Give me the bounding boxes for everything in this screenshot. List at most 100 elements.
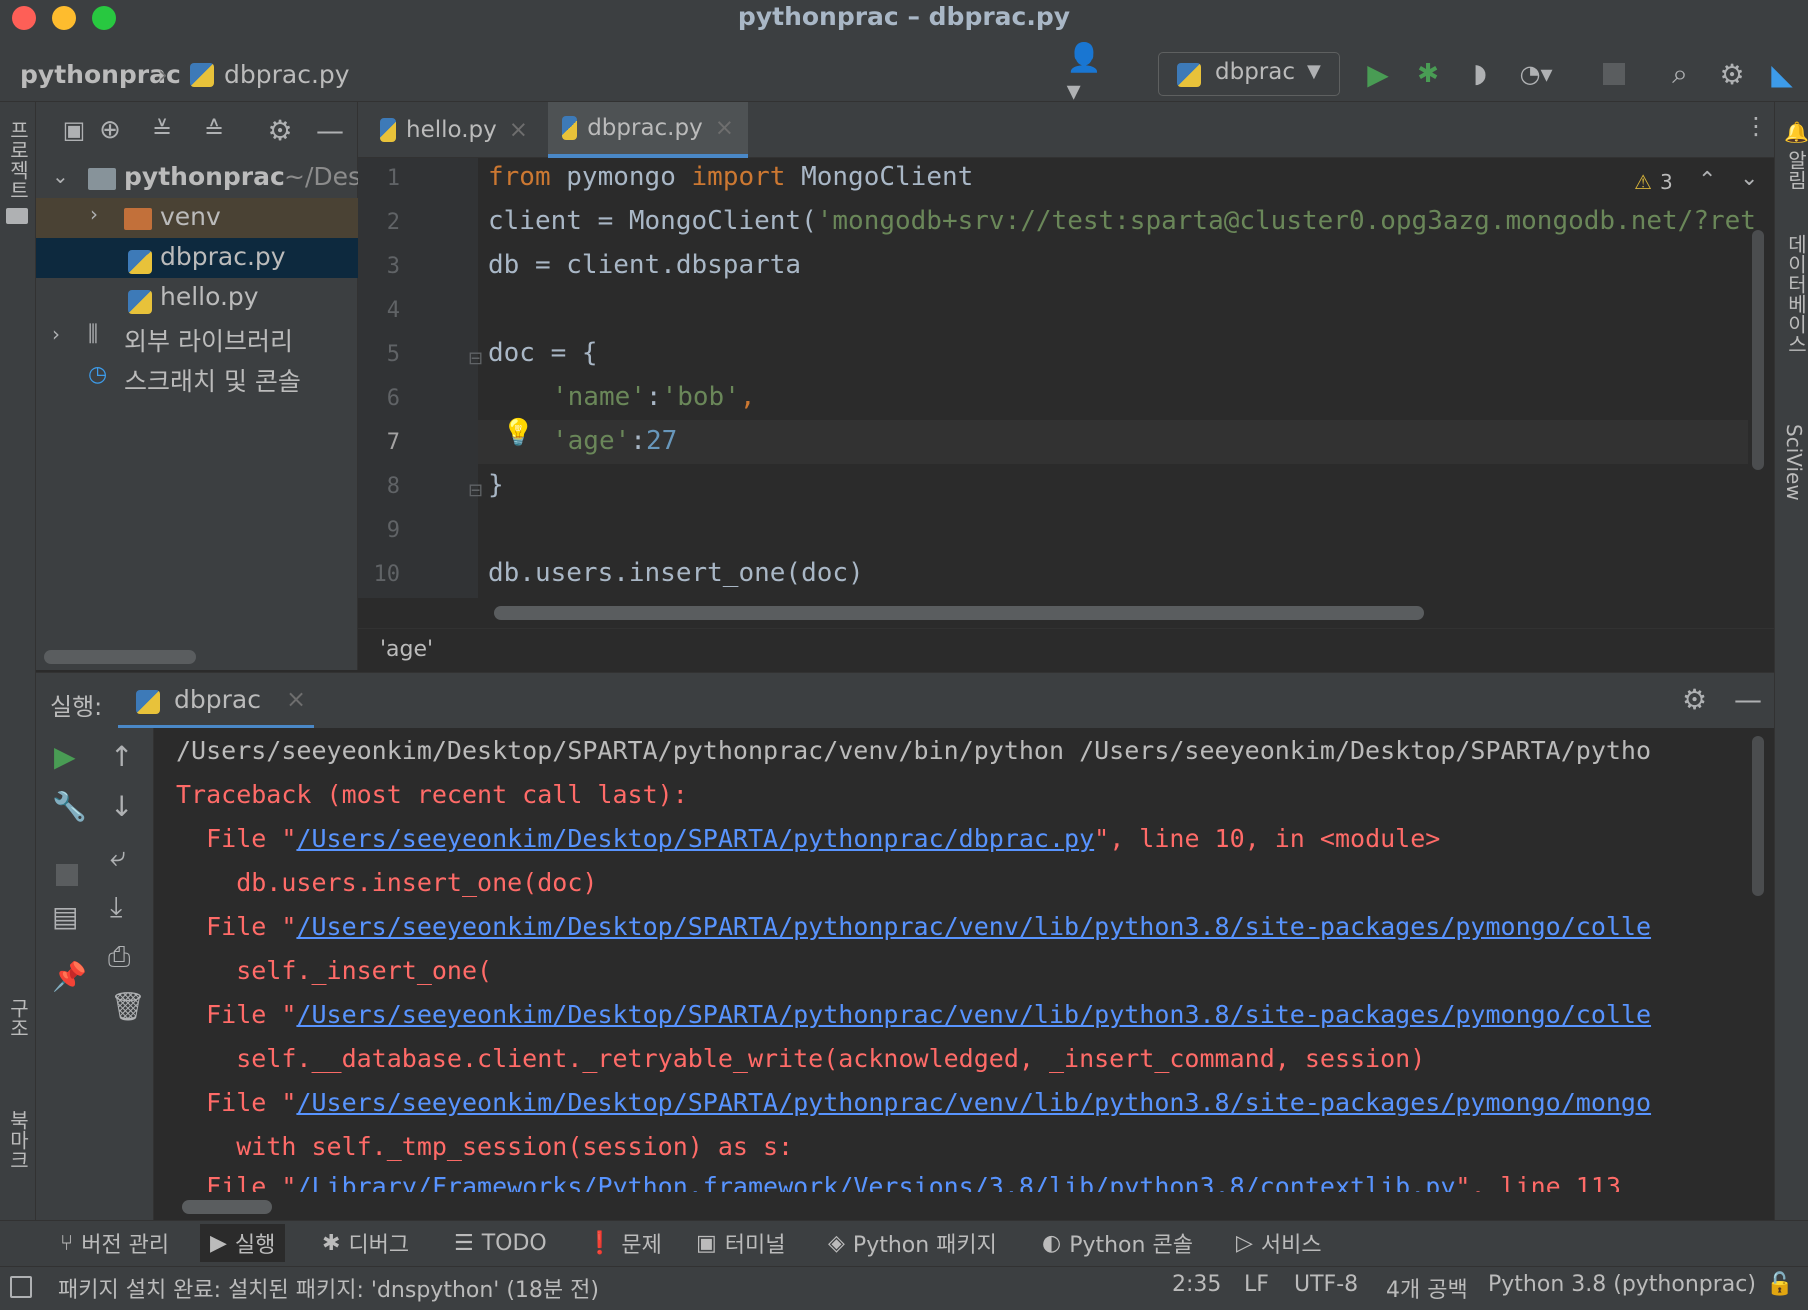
stop-icon[interactable] xyxy=(56,864,78,886)
hide-panel-icon[interactable]: — xyxy=(314,114,346,147)
tree-item-hello[interactable]: hello.py xyxy=(36,278,358,318)
editor-breadcrumb[interactable]: 'age' xyxy=(380,637,433,662)
vcs-user-icon[interactable]: 👤▾ xyxy=(1067,41,1102,107)
tool-python-packages[interactable]: ◈ Python 패키지 xyxy=(818,1224,1007,1262)
lock-icon[interactable]: 🔓 xyxy=(1766,1272,1793,1297)
file-link[interactable]: /Users/seeyeonkim/Desktop/SPARTA/pythonp… xyxy=(296,824,1094,853)
profile-icon[interactable]: ◔▾ xyxy=(1520,58,1553,90)
file-link[interactable]: /Users/seeyeonkim/Desktop/SPARTA/pythonp… xyxy=(296,1000,1651,1029)
lightbulb-icon[interactable]: 💡 xyxy=(502,418,534,448)
status-message[interactable]: 패키지 설치 완료: 설치된 패키지: 'dnspython' (18분 전) xyxy=(58,1272,599,1304)
editor-horizontal-scrollbar[interactable] xyxy=(494,606,1424,620)
caret-position[interactable]: 2:35 xyxy=(1172,1272,1221,1297)
run-icon[interactable]: ▶ xyxy=(1362,58,1394,91)
run-toolbar-secondary: ↑ ↓ ⤶ ⤓ ⎙ 🗑 xyxy=(108,728,154,1220)
editor-vertical-scrollbar[interactable] xyxy=(1752,230,1764,470)
tool-problems[interactable]: ❗ 문제 xyxy=(576,1224,672,1262)
pin-icon[interactable]: 📌 xyxy=(52,960,87,993)
gear-icon[interactable]: ⚙ xyxy=(1682,683,1707,716)
folder-icon xyxy=(88,168,116,190)
chevron-down-icon: ⌄ xyxy=(52,164,69,188)
tool-run[interactable]: ▶ 실행 xyxy=(200,1224,286,1262)
tab-hello[interactable]: hello.py × xyxy=(366,102,542,158)
python-file-icon xyxy=(128,286,152,315)
tree-item-external-libraries[interactable]: › ⫼ 외부 라이브러리 xyxy=(36,318,358,358)
file-encoding[interactable]: UTF-8 xyxy=(1294,1272,1358,1297)
next-highlight-icon[interactable]: ⌄ xyxy=(1740,166,1758,191)
breadcrumb-project[interactable]: pythonprac xyxy=(20,60,181,89)
wrench-icon[interactable]: 🔧 xyxy=(52,790,87,823)
file-link[interactable]: /Library/Frameworks/Python.framework/Ver… xyxy=(296,1176,1455,1192)
warning-icon[interactable]: ⚠ xyxy=(1634,170,1652,194)
project-scrollbar[interactable] xyxy=(44,650,196,664)
code-line-5: doc = { xyxy=(488,338,598,368)
stop-icon[interactable] xyxy=(1598,58,1630,90)
close-icon[interactable]: × xyxy=(509,117,528,143)
console-line: db.users.insert_one(doc) xyxy=(176,868,598,897)
fold-icon[interactable]: ⊟ xyxy=(468,480,483,501)
coverage-icon[interactable]: ◗ xyxy=(1464,58,1496,90)
console-line: File "/Users/seeyeonkim/Desktop/SPARTA/p… xyxy=(176,824,1441,853)
close-icon[interactable]: × xyxy=(715,115,734,141)
fold-icon[interactable]: ⊟ xyxy=(468,348,483,369)
database-tool-button[interactable]: 데이터베이스 xyxy=(1782,234,1808,354)
python-interpreter[interactable]: Python 3.8 (pythonprac) xyxy=(1488,1272,1756,1297)
sciview-tool-button[interactable]: SciView xyxy=(1782,424,1806,501)
rerun-icon[interactable]: ▶ xyxy=(54,740,76,773)
structure-tool-button[interactable]: 구조 xyxy=(4,998,33,1038)
trash-icon[interactable]: 🗑 xyxy=(110,990,146,1023)
file-link[interactable]: /Users/seeyeonkim/Desktop/SPARTA/pythonp… xyxy=(296,1088,1651,1117)
tool-python-console[interactable]: ◐ Python 콘솔 xyxy=(1032,1224,1203,1262)
tree-root[interactable]: ⌄ pythonprac ~/Desk xyxy=(36,158,358,198)
arrow-up-icon[interactable]: ↑ xyxy=(110,740,133,773)
indent-setting[interactable]: 4개 공백 xyxy=(1386,1272,1468,1304)
search-icon[interactable]: ⌕ xyxy=(1664,57,1696,90)
tree-item-scratches[interactable]: ◷ 스크래치 및 콘솔 xyxy=(36,358,358,398)
tree-item-venv[interactable]: › venv xyxy=(36,198,358,238)
run-tab-dbprac[interactable]: dbprac × xyxy=(118,673,314,729)
print-icon[interactable]: ⎙ xyxy=(108,940,130,974)
project-tool-button[interactable]: 프로젝트 xyxy=(4,120,33,200)
tool-todo[interactable]: ☰ TODO xyxy=(444,1224,557,1262)
tool-debug[interactable]: ✱ 디버그 xyxy=(312,1224,419,1262)
scroll-to-end-icon[interactable]: ⤓ xyxy=(110,890,122,924)
line-separator[interactable]: LF xyxy=(1244,1272,1269,1297)
layout-icon[interactable]: ▤ xyxy=(52,900,78,933)
options-gear-icon[interactable]: ⚙ xyxy=(264,114,296,147)
bookmarks-tool-button[interactable]: 북마크 xyxy=(4,1110,33,1170)
tab-dbprac[interactable]: dbprac.py × xyxy=(548,102,748,158)
folder-icon xyxy=(6,208,28,224)
tool-terminal[interactable]: ▣ 터미널 xyxy=(686,1224,796,1262)
expand-all-icon[interactable]: ≚ xyxy=(146,114,178,146)
debug-icon[interactable]: ✱ xyxy=(1412,58,1444,90)
toggle-tool-windows-icon[interactable] xyxy=(10,1276,32,1298)
soft-wrap-icon[interactable]: ⤶ xyxy=(110,840,126,874)
tool-services[interactable]: ▷ 서비스 xyxy=(1226,1224,1332,1262)
previous-highlight-icon[interactable]: ⌃ xyxy=(1698,168,1716,193)
arrow-down-icon[interactable]: ↓ xyxy=(110,790,133,823)
tree-item-dbprac[interactable]: dbprac.py xyxy=(36,238,358,278)
warning-count: 3 xyxy=(1660,170,1673,194)
gear-icon[interactable]: ⚙ xyxy=(1716,58,1748,91)
code-line-1: from pymongo import MongoClient xyxy=(488,162,974,192)
jetbrains-toolbox-icon[interactable]: ◣ xyxy=(1766,58,1798,91)
terminal-icon: ▣ xyxy=(696,1230,717,1256)
code-line-6: 'name':'bob', xyxy=(552,382,756,412)
select-opened-file-icon[interactable]: ▣ xyxy=(58,114,90,146)
close-icon[interactable]: × xyxy=(286,685,306,713)
tool-version-control[interactable]: ⑂ 버전 관리 xyxy=(50,1224,179,1262)
more-tabs-icon[interactable]: ⋮ xyxy=(1744,112,1768,140)
code-line-8: } xyxy=(488,470,504,500)
breadcrumb-file[interactable]: dbprac.py xyxy=(224,60,350,89)
tab-label: dbprac.py xyxy=(587,115,703,141)
title-bar: pythonprac – dbprac.py xyxy=(0,0,1808,34)
collapse-all-icon[interactable]: ≙ xyxy=(198,114,230,146)
console-horizontal-scrollbar[interactable] xyxy=(182,1200,272,1214)
console-vertical-scrollbar[interactable] xyxy=(1752,736,1764,896)
file-link[interactable]: /Users/seeyeonkim/Desktop/SPARTA/pythonp… xyxy=(296,912,1651,941)
hide-panel-icon[interactable]: — xyxy=(1734,683,1762,716)
locate-icon[interactable]: ⊕ xyxy=(94,114,126,146)
notifications-tool-button[interactable]: 알림 xyxy=(1782,150,1808,190)
run-configuration-select[interactable]: dbprac ▼ xyxy=(1158,52,1340,96)
project-root-path: ~/Desk xyxy=(284,162,358,191)
